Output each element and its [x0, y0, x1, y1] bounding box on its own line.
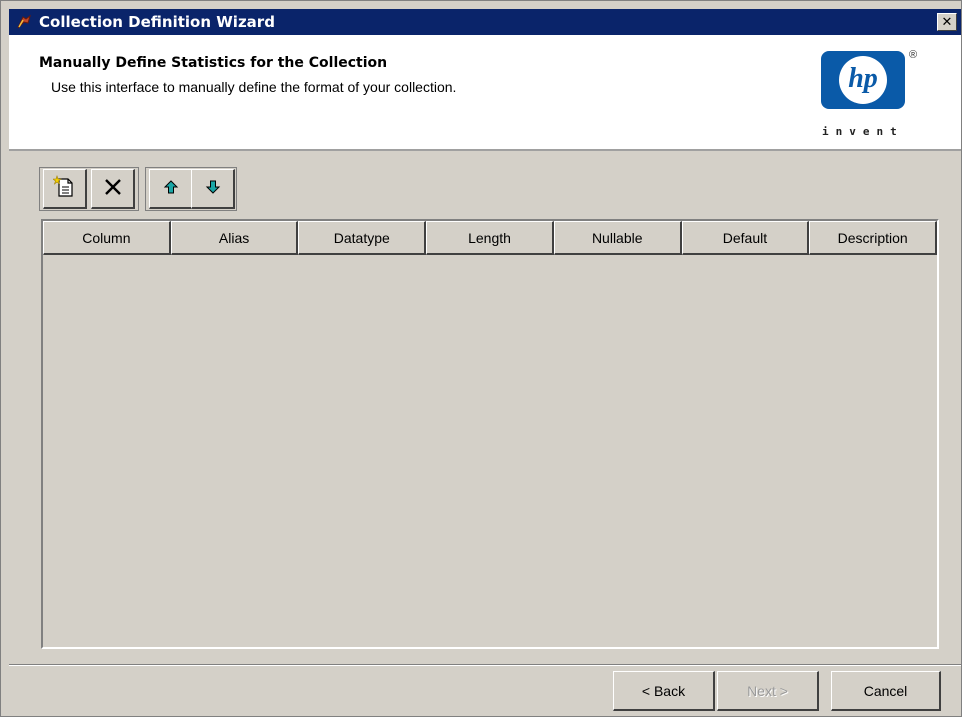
column-header-length[interactable]: Length	[426, 221, 554, 255]
column-header-description[interactable]: Description	[809, 221, 938, 255]
column-header-column[interactable]: Column	[43, 221, 171, 255]
move-up-button[interactable]	[149, 169, 193, 209]
wizard-window: Collection Definition Wizard ✕ Manually …	[0, 0, 962, 717]
arrow-up-icon	[163, 179, 179, 198]
hp-logo-mark: hp	[848, 63, 878, 94]
next-button[interactable]: Next >	[717, 671, 819, 711]
new-row-button[interactable]	[43, 169, 87, 209]
close-icon: ✕	[941, 14, 953, 30]
hp-logo: hp	[821, 51, 905, 109]
title-bar[interactable]: Collection Definition Wizard ✕	[9, 9, 961, 35]
column-header-alias[interactable]: Alias	[170, 221, 299, 255]
cancel-button[interactable]: Cancel	[831, 671, 941, 711]
close-button[interactable]: ✕	[937, 13, 957, 31]
back-button[interactable]: < Back	[613, 671, 715, 711]
delete-row-button[interactable]	[91, 169, 135, 209]
page-title: Manually Define Statistics for the Colle…	[39, 55, 388, 71]
wizard-header: Manually Define Statistics for the Colle…	[9, 35, 961, 151]
column-header-nullable[interactable]: Nullable	[553, 221, 682, 255]
page-subtitle: Use this interface to manually define th…	[51, 79, 457, 95]
hp-logo-ring: hp	[839, 56, 887, 104]
arrow-down-icon	[205, 179, 221, 198]
app-icon	[15, 13, 33, 31]
window-title: Collection Definition Wizard	[39, 13, 275, 31]
statistics-table[interactable]: Column Alias Datatype Length Nullable De…	[41, 219, 939, 649]
move-down-button[interactable]	[191, 169, 235, 209]
delete-x-icon	[102, 176, 124, 201]
footer-divider	[9, 664, 961, 666]
table-body[interactable]	[43, 255, 937, 647]
table-header: Column Alias Datatype Length Nullable De…	[43, 221, 938, 255]
hp-tagline: invent	[822, 125, 904, 138]
new-document-icon	[51, 175, 77, 202]
column-header-datatype[interactable]: Datatype	[298, 221, 427, 255]
column-header-default[interactable]: Default	[681, 221, 810, 255]
registered-mark: ®	[909, 49, 918, 61]
